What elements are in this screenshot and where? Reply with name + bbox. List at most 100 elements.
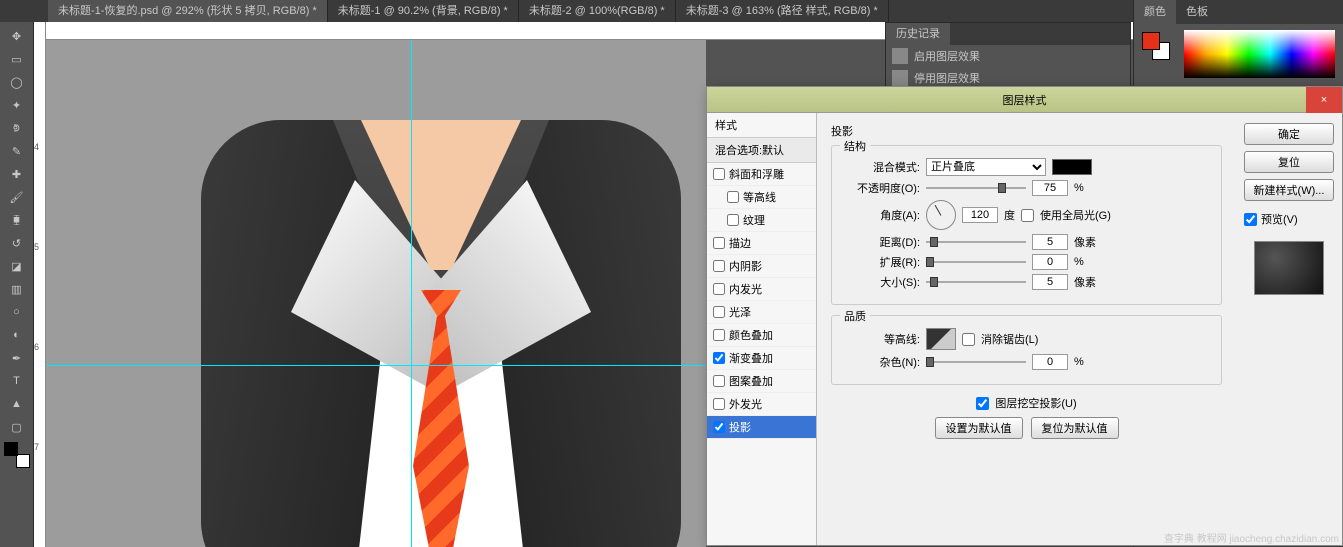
angle-label: 角度(A): (842, 207, 920, 223)
style-item-pattern-overlay[interactable]: 图案叠加 (707, 370, 816, 393)
blend-options-item[interactable]: 混合选项:默认 (707, 138, 816, 163)
wand-tool-icon[interactable]: ✦ (6, 95, 28, 115)
shadow-color-swatch[interactable] (1052, 159, 1092, 175)
style-checkbox[interactable] (713, 398, 725, 410)
knockout-checkbox[interactable] (976, 397, 989, 410)
heal-tool-icon[interactable]: ✚ (6, 164, 28, 184)
preview-checkbox[interactable] (1244, 213, 1257, 226)
antialias-checkbox[interactable] (962, 333, 975, 346)
close-button[interactable]: × (1306, 87, 1342, 113)
global-light-checkbox[interactable] (1021, 209, 1034, 222)
angle-dial[interactable] (926, 200, 956, 230)
style-checkbox[interactable] (713, 352, 725, 364)
history-row[interactable]: 启用图层效果 (886, 45, 1130, 67)
brush-tool-icon[interactable]: 🖌 (6, 187, 28, 207)
document-tab[interactable]: 未标题-2 @ 100%(RGB/8) * (519, 0, 676, 22)
style-checkbox[interactable] (713, 260, 725, 272)
style-item-stroke[interactable]: 描边 (707, 232, 816, 255)
style-checkbox[interactable] (713, 283, 725, 295)
shape-tool-icon[interactable]: ▢ (6, 417, 28, 437)
crop-tool-icon[interactable]: ⟄ (6, 118, 28, 138)
color-swatches[interactable] (4, 442, 30, 468)
panel-fg-color-icon[interactable] (1142, 32, 1160, 50)
style-item-texture[interactable]: 纹理 (707, 209, 816, 232)
style-checkbox[interactable] (713, 168, 725, 180)
spread-slider[interactable] (926, 255, 1026, 269)
style-item-outer-glow[interactable]: 外发光 (707, 393, 816, 416)
contour-label: 等高线: (842, 331, 920, 347)
style-item-contour[interactable]: 等高线 (707, 186, 816, 209)
guide-vertical[interactable] (411, 40, 412, 547)
path-select-icon[interactable]: ▲ (6, 394, 28, 414)
move-tool-icon[interactable]: ✥ (6, 26, 28, 46)
stamp-tool-icon[interactable]: ⧯ (6, 210, 28, 230)
history-panel: 历史记录 启用图层效果 停用图层效果 (885, 22, 1131, 90)
angle-input[interactable]: 120 (962, 207, 998, 223)
contour-picker[interactable] (926, 328, 956, 350)
spread-input[interactable]: 0 (1032, 254, 1068, 270)
style-item-satin[interactable]: 光泽 (707, 301, 816, 324)
style-checkbox[interactable] (713, 329, 725, 341)
panel-color-swatch[interactable] (1142, 32, 1170, 60)
style-label: 光泽 (729, 304, 751, 320)
document-tab[interactable]: 未标题-1 @ 90.2% (背景, RGB/8) * (328, 0, 519, 22)
document-tab[interactable]: 未标题-3 @ 163% (路径 样式, RGB/8) * (676, 0, 889, 22)
style-checkbox[interactable] (713, 421, 725, 433)
marquee-tool-icon[interactable]: ▭ (6, 49, 28, 69)
pen-tool-icon[interactable]: ✒ (6, 348, 28, 368)
cancel-button[interactable]: 复位 (1244, 151, 1334, 173)
style-item-drop-shadow[interactable]: 投影 (707, 416, 816, 439)
style-item-bevel[interactable]: 斜面和浮雕 (707, 163, 816, 186)
vertical-ruler: 4 5 6 7 (34, 22, 46, 547)
reset-default-button[interactable]: 复位为默认值 (1031, 417, 1119, 439)
history-brush-icon[interactable]: ↺ (6, 233, 28, 253)
dodge-tool-icon[interactable]: ◐ (6, 325, 28, 345)
distance-slider[interactable] (926, 235, 1026, 249)
style-checkbox[interactable] (713, 375, 725, 387)
style-item-color-overlay[interactable]: 颜色叠加 (707, 324, 816, 347)
style-item-gradient-overlay[interactable]: 渐变叠加 (707, 347, 816, 370)
eyedropper-tool-icon[interactable]: ✎ (6, 141, 28, 161)
blend-mode-select[interactable]: 正片叠底 (926, 158, 1046, 176)
styles-header[interactable]: 样式 (707, 113, 816, 138)
unit-label: 像素 (1074, 234, 1096, 250)
style-checkbox[interactable] (727, 214, 739, 226)
knockout-label: 图层挖空投影(U) (995, 395, 1076, 411)
foreground-color-icon[interactable] (4, 442, 18, 456)
opacity-input[interactable]: 75 (1032, 180, 1068, 196)
color-spectrum[interactable] (1184, 30, 1335, 78)
distance-input[interactable]: 5 (1032, 234, 1068, 250)
guide-horizontal[interactable] (46, 365, 706, 366)
type-tool-icon[interactable]: T (6, 371, 28, 391)
styles-list: 样式 混合选项:默认 斜面和浮雕 等高线 纹理 描边 内阴影 内发光 光泽 颜色… (707, 113, 817, 545)
style-item-inner-shadow[interactable]: 内阴影 (707, 255, 816, 278)
size-slider[interactable] (926, 275, 1026, 289)
make-default-button[interactable]: 设置为默认值 (935, 417, 1023, 439)
style-label: 斜面和浮雕 (729, 166, 784, 182)
noise-input[interactable]: 0 (1032, 354, 1068, 370)
opacity-label: 不透明度(O): (842, 180, 920, 196)
gradient-tool-icon[interactable]: ▥ (6, 279, 28, 299)
style-checkbox[interactable] (727, 191, 739, 203)
opacity-slider[interactable] (926, 181, 1026, 195)
history-tab[interactable]: 历史记录 (886, 23, 950, 45)
document-tab[interactable]: 未标题-1-恢复的.psd @ 292% (形状 5 拷贝, RGB/8) * (48, 0, 328, 22)
new-style-button[interactable]: 新建样式(W)... (1244, 179, 1334, 201)
color-tab[interactable]: 颜色 (1134, 0, 1176, 24)
lasso-tool-icon[interactable]: ◯ (6, 72, 28, 92)
structure-fieldset: 结构 混合模式: 正片叠底 不透明度(O): 75 % 角度(A): 120 度 (831, 145, 1222, 305)
size-input[interactable]: 5 (1032, 274, 1068, 290)
eraser-tool-icon[interactable]: ◪ (6, 256, 28, 276)
style-item-inner-glow[interactable]: 内发光 (707, 278, 816, 301)
style-label: 投影 (729, 419, 751, 435)
ok-button[interactable]: 确定 (1244, 123, 1334, 145)
section-title: 投影 (831, 123, 1222, 139)
style-checkbox[interactable] (713, 306, 725, 318)
background-color-icon[interactable] (16, 454, 30, 468)
style-label: 图案叠加 (729, 373, 773, 389)
swatches-tab[interactable]: 色板 (1176, 0, 1218, 24)
noise-slider[interactable] (926, 355, 1026, 369)
canvas[interactable] (46, 40, 706, 547)
style-checkbox[interactable] (713, 237, 725, 249)
blur-tool-icon[interactable]: ○ (6, 302, 28, 322)
